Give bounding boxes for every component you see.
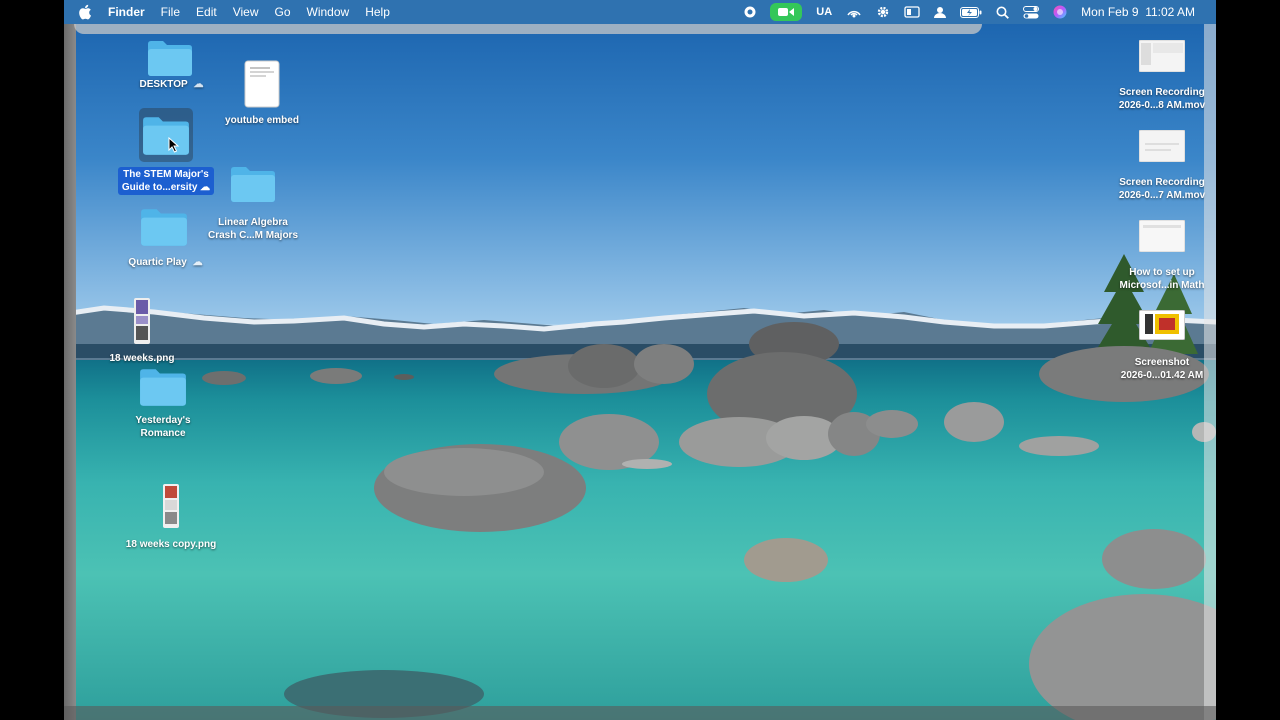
desktop-file-youtube-embed[interactable]: youtube embed <box>214 60 310 127</box>
desktop-icon-label: Linear Algebra Crash C...M Majors <box>205 216 301 242</box>
image-thumbnail-icon <box>163 484 179 528</box>
desktop-icon-label: Quartic Play <box>128 257 187 268</box>
image-thumbnail-icon <box>134 298 150 344</box>
label-line-1: Screenshot <box>1134 357 1190 368</box>
desktop-icon-label: Screenshot 2026-0...01.42 AM <box>1118 356 1206 382</box>
siri-icon[interactable] <box>1053 5 1067 19</box>
folder-icon <box>141 209 187 246</box>
record-icon[interactable] <box>744 6 756 18</box>
desktop-image-18-weeks-copy[interactable]: 18 weeks copy.png <box>118 484 224 551</box>
window-edge-bottom <box>64 706 1216 720</box>
desktop-folder-linear-algebra[interactable]: Linear Algebra Crash C...M Majors <box>200 164 306 242</box>
apple-menu-icon[interactable] <box>78 4 92 20</box>
menu-edit[interactable]: Edit <box>188 0 225 24</box>
control-center-icon[interactable] <box>1023 5 1040 19</box>
desktop-icon-label: youtube embed <box>225 115 299 126</box>
desktop-folder-quartic-play[interactable]: Quartic Play ☁ <box>120 206 208 269</box>
folder-icon <box>231 167 275 202</box>
folder-icon <box>143 117 189 155</box>
airdrop-icon[interactable] <box>846 5 862 19</box>
desktop-icon-label: Screen Recording 2026-0...7 AM.mov <box>1116 176 1208 202</box>
label-line-1: The STEM Major's <box>123 169 209 180</box>
label-line-2: 2026-0...8 AM.mov <box>1118 100 1206 111</box>
label-line-2: Microsof...in Math <box>1119 280 1205 291</box>
input-source[interactable]: UA <box>816 6 832 18</box>
menu-file[interactable]: File <box>153 0 188 24</box>
desktop-folder-desktop[interactable]: DESKTOP ☁ <box>130 38 210 91</box>
desktop-image-18-weeks[interactable]: 18 weeks.png <box>102 298 182 365</box>
document-icon <box>244 60 280 108</box>
search-icon[interactable] <box>996 6 1010 19</box>
label-line-2: 2026-0...01.42 AM <box>1120 370 1204 381</box>
selection-frame <box>139 108 193 162</box>
desktop-icon-label: 18 weeks copy.png <box>125 539 217 550</box>
label-line-1: Screen Recording <box>1119 87 1205 98</box>
user-icon[interactable] <box>934 6 947 18</box>
label-line-2: Crash C...M Majors <box>207 230 299 241</box>
desktop-icon-label: Screen Recording 2026-0...8 AM.mov <box>1116 86 1208 112</box>
video-thumbnail-icon <box>1139 130 1185 162</box>
label-line-2: 2026-0...7 AM.mov <box>1118 190 1206 201</box>
desktop-screen: Finder File Edit View Go Window Help UA <box>64 0 1216 720</box>
desktop-file-screen-recording-2[interactable]: Screen Recording 2026-0...7 AM.mov <box>1112 130 1212 202</box>
folder-icon <box>148 41 192 76</box>
menu-window[interactable]: Window <box>299 0 358 24</box>
menu-app-name[interactable]: Finder <box>100 0 153 24</box>
facetime-icon[interactable] <box>770 3 803 21</box>
label-line-1: Yesterday's <box>135 415 191 426</box>
menu-go[interactable]: Go <box>267 0 299 24</box>
window-edge-right <box>1204 24 1216 720</box>
image-thumbnail-icon <box>1139 310 1185 340</box>
desktop-folder-yesterdays-romance[interactable]: Yesterday's Romance <box>122 366 204 440</box>
menu-datetime[interactable]: Mon Feb 9 11:02 AM <box>1081 5 1195 19</box>
label-line-1: Linear Algebra <box>218 217 288 228</box>
desktop-icon-label: How to set up Microsof...in Math <box>1117 266 1208 292</box>
label-line-2: Guide to...ersity ☁ <box>122 181 210 194</box>
display-icon[interactable] <box>904 6 920 18</box>
label-line-2-text: Guide to...ersity <box>121 182 198 193</box>
desktop-icon-label: Yesterday's Romance <box>132 414 193 440</box>
window-edge-top <box>74 24 982 34</box>
battery-icon[interactable] <box>960 6 982 18</box>
menu-help[interactable]: Help <box>357 0 398 24</box>
desktop-image-screenshot[interactable]: Screenshot 2026-0...01.42 AM <box>1112 310 1212 382</box>
video-thumbnail-icon <box>1139 220 1185 252</box>
wallpaper-landscape <box>64 254 1216 720</box>
menu-bar: Finder File Edit View Go Window Help UA <box>64 0 1216 24</box>
window-edge-left <box>64 24 76 720</box>
desktop-file-how-to-setup[interactable]: How to set up Microsof...in Math <box>1112 220 1212 292</box>
desktop-icon-label: DESKTOP <box>139 79 188 90</box>
folder-icon <box>140 369 186 406</box>
icloud-icon: ☁ <box>192 257 203 268</box>
label-line-1: Screen Recording <box>1119 177 1205 188</box>
gear-icon[interactable] <box>876 5 890 19</box>
desktop-icon-label: 18 weeks.png <box>109 353 175 364</box>
label-line-1: How to set up <box>1129 267 1195 278</box>
mouse-cursor-icon <box>168 137 180 153</box>
video-thumbnail-icon <box>1139 40 1185 72</box>
icloud-icon: ☁ <box>193 79 204 90</box>
desktop-file-screen-recording-1[interactable]: Screen Recording 2026-0...8 AM.mov <box>1112 40 1212 112</box>
menu-view[interactable]: View <box>225 0 267 24</box>
label-line-2: Romance <box>140 428 186 439</box>
